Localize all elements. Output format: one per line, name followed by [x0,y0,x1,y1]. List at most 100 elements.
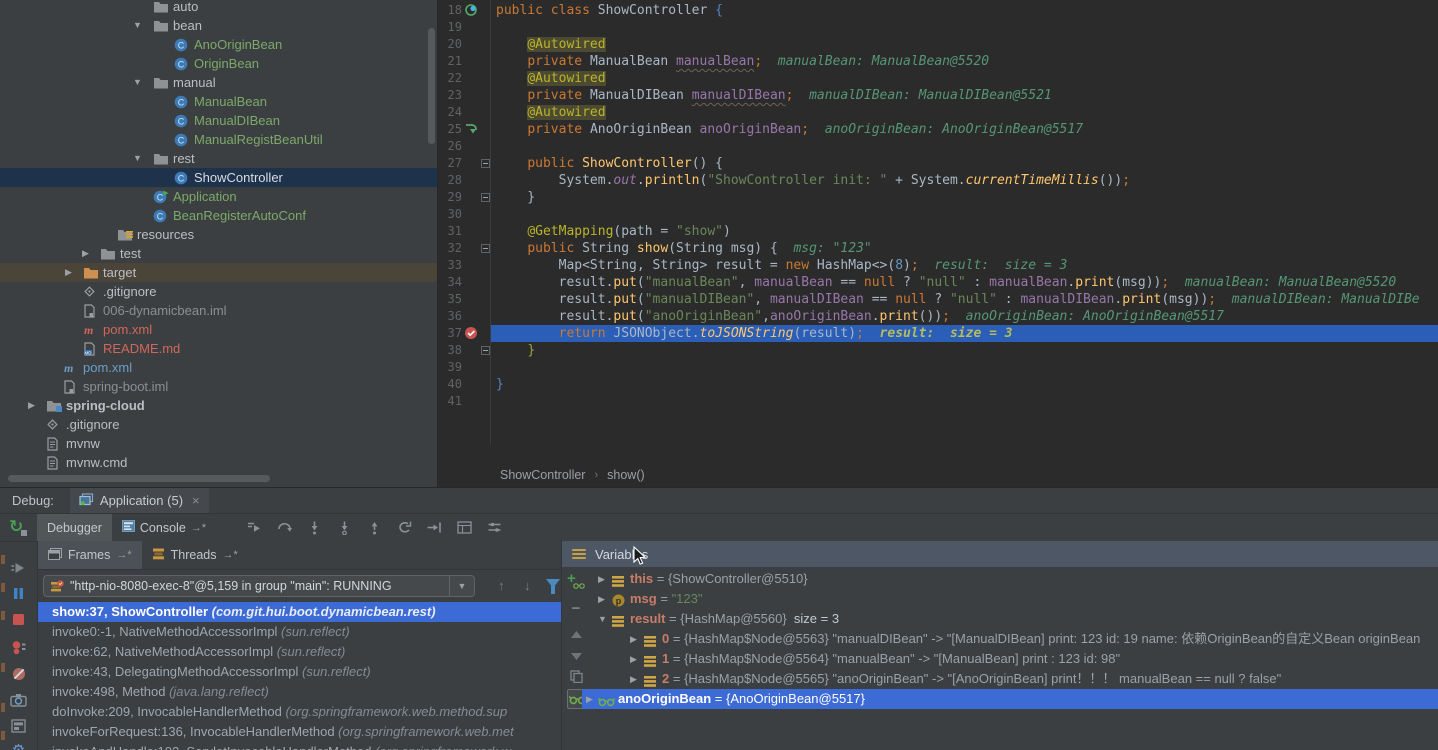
tab-console[interactable]: Console →* [112,514,216,541]
fold-marker-icon[interactable] [481,346,490,355]
variable-row-result[interactable]: ▼result = {HashMap@5560} size = 3 [582,609,1438,629]
tree-item-auto[interactable]: auto [0,0,437,16]
stack-frame-list[interactable]: show:37, ShowController (com.git.hui.boo… [38,602,561,750]
resume-program-icon[interactable] [10,559,27,576]
stack-frame-row[interactable]: show:37, ShowController (com.git.hui.boo… [38,602,561,622]
code-line-28[interactable]: 28 System.out.println("ShowController in… [438,172,1438,189]
chevron-down-icon[interactable]: ▼ [133,20,142,30]
get-thread-dump-icon[interactable] [10,691,27,708]
mute-breakpoints-icon[interactable] [10,665,27,682]
code-line-35[interactable]: 35 result.put("manualDIBean", manualDIBe… [438,291,1438,308]
code-line-36[interactable]: 36 result.put("anoOriginBean",anoOriginB… [438,308,1438,325]
tree-item-pom-xml[interactable]: mpom.xml [0,358,437,377]
tree-item-spring-cloud[interactable]: ▶spring-cloud [0,396,437,415]
code-line-32[interactable]: 32 public String show(String msg) { msg:… [438,240,1438,257]
stack-frame-row[interactable]: doInvoke:209, InvocableHandlerMethod (or… [38,702,561,722]
tree-item-anooriginbean[interactable]: CAnoOriginBean [0,35,437,54]
tree-item-mvnw[interactable]: mvnw [0,434,437,453]
variables-tree[interactable]: ▶this = {ShowController@5510}▶pmsg = "12… [582,567,1438,750]
stack-frame-row[interactable]: invokeForRequest:136, InvocableHandlerMe… [38,722,561,742]
project-tree[interactable]: auto▼beanCAnoOriginBeanCOriginBean▼manua… [0,0,438,487]
show-execution-point-icon[interactable] [246,521,262,535]
code-line-31[interactable]: 31 @GetMapping(path = "show") [438,223,1438,240]
chevron-right-icon[interactable]: ▶ [598,569,605,589]
code-line-30[interactable]: 30 [438,206,1438,223]
code-line-23[interactable]: 23 private ManualDIBean manualDIBean; ma… [438,87,1438,104]
code-line-29[interactable]: 29 } [438,189,1438,206]
tree-item-showcontroller[interactable]: CShowController [0,168,437,187]
tree-item-pom-xml[interactable]: mpom.xml [0,320,437,339]
step-into-icon[interactable] [306,521,322,535]
code-area[interactable]: 18public class ShowController {1920 @Aut… [438,0,1438,462]
step-over-icon[interactable] [276,521,292,535]
stack-frame-row[interactable]: invoke0:-1, NativeMethodAccessorImpl (su… [38,622,561,642]
tree-item-application[interactable]: CApplication [0,187,437,206]
drop-frame-icon[interactable] [396,521,412,535]
evaluate-expression-icon[interactable] [456,521,472,535]
chevron-right-icon[interactable]: ▶ [630,669,637,689]
fold-marker-icon[interactable] [481,244,490,253]
chevron-down-icon[interactable]: ▼ [133,77,142,87]
chevron-right-icon[interactable]: ▶ [598,589,605,609]
chevron-right-icon[interactable]: ▶ [28,400,35,411]
stack-frame-row[interactable]: invoke:498, Method (java.lang.reflect) [38,682,561,702]
variable-row-msg[interactable]: ▶pmsg = "123" [582,589,1438,609]
stack-frame-row[interactable]: invoke:62, NativeMethodAccessorImpl (sun… [38,642,561,662]
code-line-40[interactable]: 40} [438,376,1438,393]
tree-item-target[interactable]: ▶target [0,263,437,282]
tree-item-006-dynamicbean-iml[interactable]: 006-dynamicbean.iml [0,301,437,320]
tree-item-originbean[interactable]: COriginBean [0,54,437,73]
code-editor[interactable]: 18public class ShowController {1920 @Aut… [438,0,1438,487]
code-line-18[interactable]: 18public class ShowController { [438,2,1438,19]
chevron-down-icon[interactable]: ▼ [133,153,142,163]
chevron-right-icon[interactable]: ▶ [630,649,637,669]
code-line-39[interactable]: 39 [438,359,1438,376]
view-breakpoints-icon[interactable] [10,639,27,656]
tree-item-bean[interactable]: ▼bean [0,16,437,35]
step-out-icon[interactable] [366,521,382,535]
rerun-button[interactable]: ↻ [9,518,29,538]
tree-item-beanregisterautoconf[interactable]: CBeanRegisterAutoConf [0,206,437,225]
tab-debugger[interactable]: Debugger [37,514,112,541]
previous-frame-icon[interactable]: ↑ [498,578,505,593]
chevron-down-icon[interactable]: ▼ [598,609,607,629]
tree-item-manual[interactable]: ▼manual [0,73,437,92]
variable-row-this[interactable]: ▶this = {ShowController@5510} [582,569,1438,589]
tree-item-manualdibean[interactable]: CManualDIBean [0,111,437,130]
stack-frame-row[interactable]: invoke:43, DelegatingMethodAccessorImpl … [38,662,561,682]
code-line-24[interactable]: 24 @Autowired [438,104,1438,121]
chevron-right-icon[interactable]: ▶ [630,629,637,649]
breakpoint-gutter-icon[interactable] [464,326,478,340]
force-step-into-icon[interactable] [336,521,352,535]
tree-item-mvnw-cmd[interactable]: mvnw.cmd [0,453,437,472]
chevron-right-icon[interactable]: ▶ [65,267,72,278]
tree-item-manualregistbeanutil[interactable]: CManualRegistBeanUtil [0,130,437,149]
code-line-37[interactable]: 37 return JSONObject.toJSONString(result… [438,325,1438,342]
variable-row-0[interactable]: ▶0 = {HashMap$Node@5563} "manualDIBean" … [582,629,1438,649]
tree-item-rest[interactable]: ▼rest [0,149,437,168]
tree-item-manualbean[interactable]: CManualBean [0,92,437,111]
stop-program-icon[interactable] [10,611,27,628]
variables-header[interactable]: Variables [562,541,1438,567]
code-line-22[interactable]: 22 @Autowired [438,70,1438,87]
code-line-27[interactable]: 27 public ShowController() { [438,155,1438,172]
thread-dropdown[interactable]: "http-nio-8080-exec-8"@5,159 in group "m… [43,575,475,597]
chevron-right-icon[interactable]: ▶ [586,689,593,709]
view-options-icon[interactable] [486,521,502,535]
tree-item-readme-md[interactable]: MDREADME.md [0,339,437,358]
code-line-25[interactable]: 25 private AnoOriginBean anoOriginBean; … [438,121,1438,138]
tree-item-resources[interactable]: resources [0,225,437,244]
variable-row-anooriginbean[interactable]: ▶anoOriginBean = {AnoOriginBean@5517} [582,689,1438,709]
chevron-right-icon[interactable]: ▶ [82,248,89,259]
chevron-down-icon[interactable]: ▼ [449,576,474,596]
bean-gutter-icon[interactable] [464,3,478,17]
wire-gutter-icon[interactable] [464,122,478,136]
fold-marker-icon[interactable] [481,159,490,168]
stack-frame-row[interactable]: invokeAndHandle:102, ServletInvocableHan… [38,742,561,750]
run-to-cursor-icon[interactable] [426,521,442,535]
code-line-20[interactable]: 20 @Autowired [438,36,1438,53]
tree-item-test[interactable]: ▶test [0,244,437,263]
fold-marker-icon[interactable] [481,193,490,202]
hide-frames-filter-icon[interactable] [546,579,560,588]
code-line-19[interactable]: 19 [438,19,1438,36]
